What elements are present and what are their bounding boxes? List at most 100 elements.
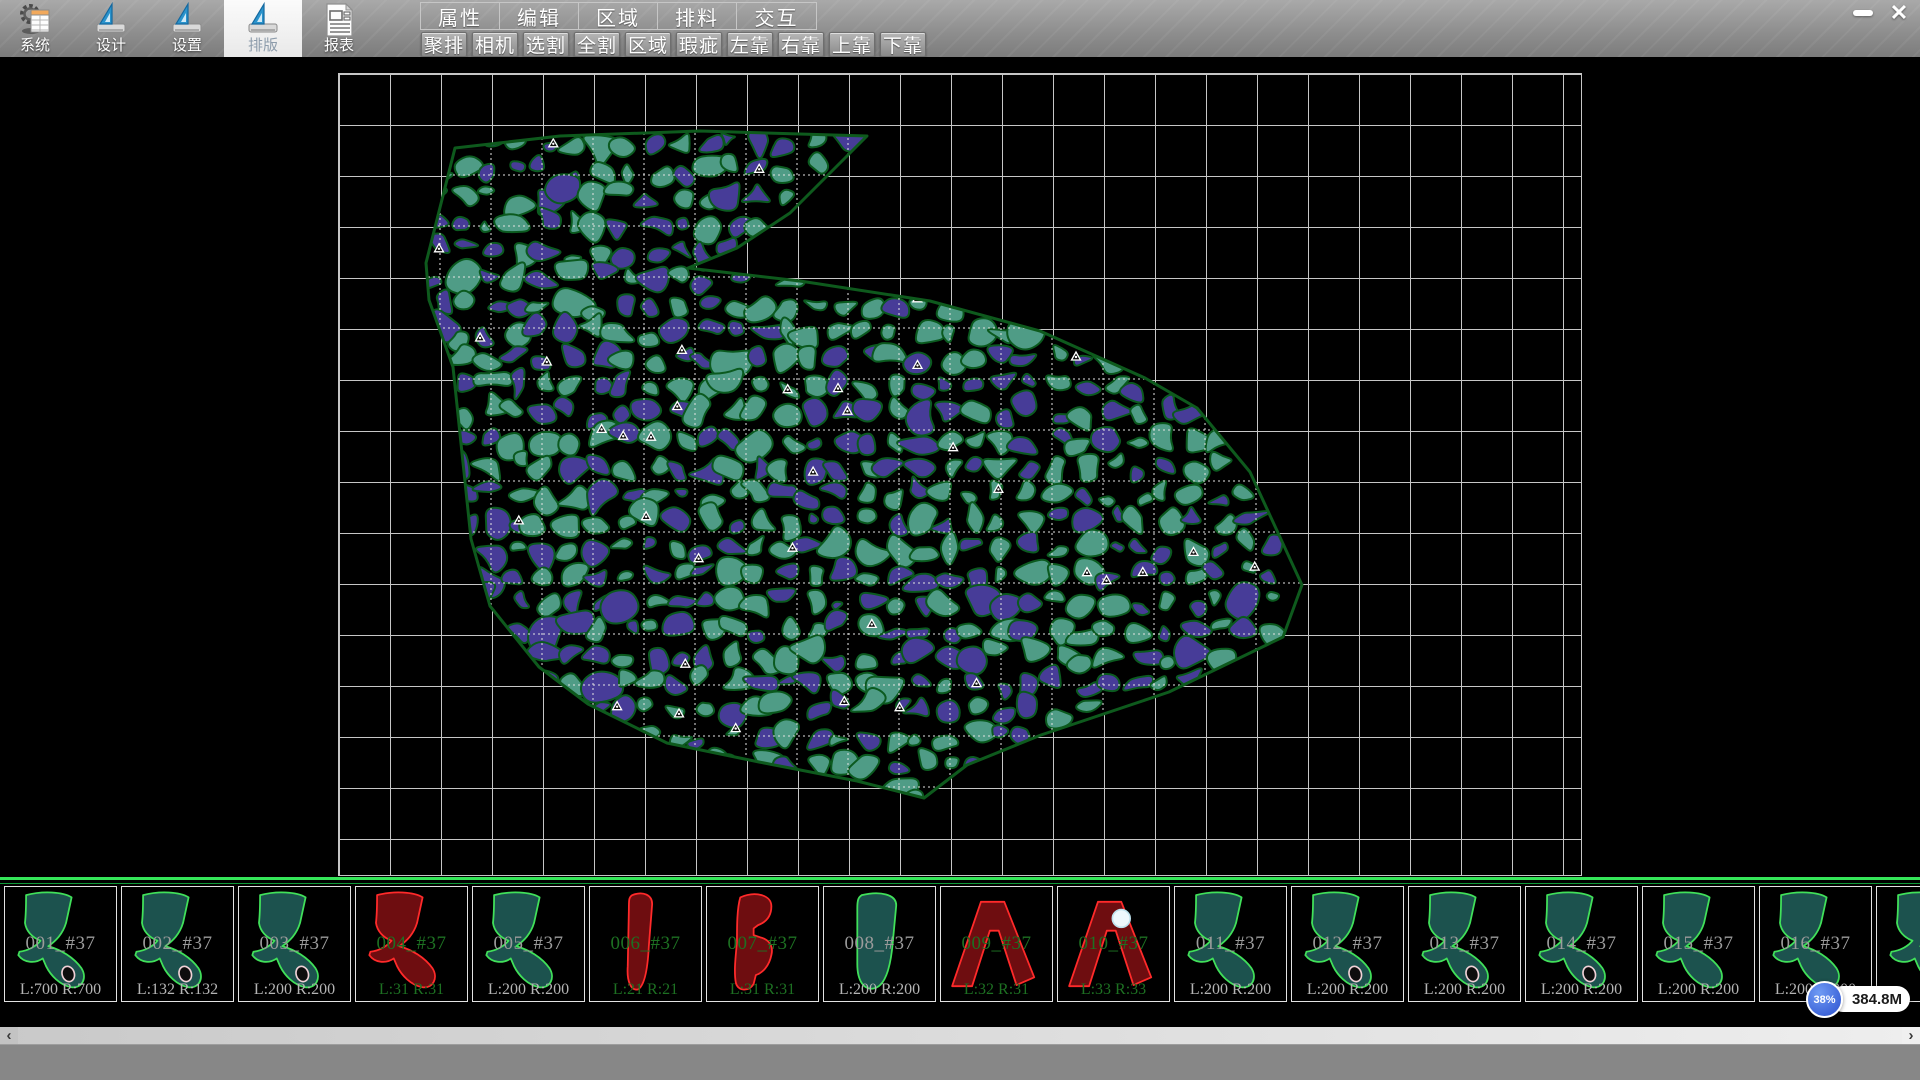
- thumbnail-cell-004_#37[interactable]: 004_#37L:31 R:31: [355, 886, 468, 1002]
- app-tab-nesting[interactable]: 排版: [224, 0, 302, 57]
- ruler-triangle-icon: [170, 2, 204, 38]
- thumbnail-lr-value: L:33 R:33: [1058, 981, 1169, 999]
- piece-marker-icon: [519, 778, 528, 786]
- thumbnail-cell-011_#37[interactable]: 011_#37 L:200 R:200: [1174, 886, 1287, 1002]
- piece-marker-icon: [542, 731, 551, 739]
- thumbnail-name: 001_#37: [5, 933, 116, 955]
- window-close-button[interactable]: ✕: [1884, 2, 1914, 24]
- thumbnail-cell-006_#37[interactable]: 006_#37 L:21 R:21: [589, 886, 702, 1002]
- toolbar: 系统设计设置排版报表 属性编辑区域排料交互 聚排相机选割全割区域瑕疵左靠右靠上靠…: [0, 0, 1920, 57]
- tool-button-snap-top[interactable]: 上靠: [829, 32, 875, 57]
- menu-tab-nest[interactable]: 排料: [658, 3, 737, 29]
- system-gear-table-icon: [18, 2, 52, 38]
- strip-divider-lines: [0, 877, 1920, 886]
- scroll-right-button[interactable]: ›: [1902, 1027, 1920, 1044]
- app-tab-label: 排版: [248, 38, 278, 54]
- app-tab-report[interactable]: 报表: [306, 0, 372, 57]
- thumbnail-lr-value: L:200 R:200: [1175, 981, 1286, 999]
- menu-tab-properties[interactable]: 属性: [421, 3, 500, 29]
- thumbnail-cell-001_#37[interactable]: 001_#37 L:700 R:700: [4, 886, 117, 1002]
- app-tab-label: 系统: [20, 38, 50, 54]
- thumbnail-name: 006_#37: [590, 933, 701, 955]
- window-minimize-button[interactable]: [1848, 2, 1878, 24]
- thumbnail-cell-002_#37[interactable]: 002_#37 L:132 R:132: [121, 886, 234, 1002]
- thumbnail-name: 009_#37: [941, 933, 1052, 955]
- thumbnail-cell-013_#37[interactable]: 013_#37 L:200 R:200: [1408, 886, 1521, 1002]
- thumbnail-name: 016_#37: [1760, 933, 1871, 955]
- app-tab-system[interactable]: 系统: [2, 0, 68, 57]
- thumbnail-name: 003_#37: [239, 933, 350, 955]
- thumbnail-lr-value: L:200 R:200: [1409, 981, 1520, 999]
- thumbnail-lr-value: L:21 R:21: [590, 981, 701, 999]
- tool-button-snap-bottom[interactable]: 下靠: [880, 32, 926, 57]
- thumbnail-cell-012_#37[interactable]: 012_#37 L:200 R:200: [1291, 886, 1404, 1002]
- scrollbar-track[interactable]: [18, 1027, 1902, 1044]
- menu-tab-edit[interactable]: 编辑: [500, 3, 579, 29]
- close-icon: ✕: [1890, 2, 1908, 24]
- thumbnail-name: 012_#37: [1292, 933, 1403, 955]
- tool-button-snap-right[interactable]: 右靠: [778, 32, 824, 57]
- piece-marker-icon: [466, 615, 475, 623]
- nesting-workspace[interactable]: [0, 57, 1920, 877]
- thumbnail-cell-010_#37[interactable]: 010_#37 L:33 R:33: [1057, 886, 1170, 1002]
- progress-badge: 384.8M 38%: [1806, 981, 1916, 1019]
- tool-button-cluster-nest[interactable]: 聚排: [421, 32, 467, 57]
- minimize-icon: [1853, 10, 1873, 16]
- thumbnail-name: 011_#37: [1175, 933, 1286, 955]
- app-tab-settings[interactable]: 设置: [154, 0, 220, 57]
- window-controls: ✕: [1848, 2, 1914, 24]
- thumbnail-lr-value: L:132 R:132: [122, 981, 233, 999]
- window-footer: [0, 1044, 1920, 1080]
- app-tab-label: 设置: [172, 38, 202, 54]
- thumbnail-name: 014_#37: [1526, 933, 1637, 955]
- horizontal-scrollbar[interactable]: ‹ ›: [0, 1027, 1920, 1044]
- tool-button-snap-left[interactable]: 左靠: [727, 32, 773, 57]
- thumbnail-lr-value: L:200 R:200: [239, 981, 350, 999]
- thumbnail-cell-007_#37[interactable]: 007_#37 L:31 R:31: [706, 886, 819, 1002]
- thumbnail-name: 013_#37: [1409, 933, 1520, 955]
- piece-marker-icon: [458, 791, 467, 799]
- thumbnail-cell-009_#37[interactable]: 009_#37 L:32 R:31: [940, 886, 1053, 1002]
- thumbnail-lr-value: L:31 R:31: [707, 981, 818, 999]
- thumbnail-cell-014_#37[interactable]: 014_#37 L:200 R:200: [1525, 886, 1638, 1002]
- thumbnail-lr-value: L:200 R:200: [473, 981, 584, 999]
- app-tab-label: 设计: [96, 38, 126, 54]
- thumbnail-name: 008_#37: [824, 933, 935, 955]
- piece-thumbnail-strip: 001_#37 L:700 R:700 002_#37 L:132 R:132 003_…: [0, 877, 1920, 1027]
- thumbnail-cell-005_#37[interactable]: 005_#37 L:200 R:200: [472, 886, 585, 1002]
- thumbnail-name: 010_#37: [1058, 933, 1169, 955]
- ruler-triangle-icon: [94, 2, 128, 38]
- hide-nesting-canvas[interactable]: [0, 57, 1920, 877]
- app-tab-bar: 系统 设计 设置 排版 报表: [2, 0, 382, 57]
- thumbnail-name: 005_#37: [473, 933, 584, 955]
- tool-button-camera[interactable]: 相机: [472, 32, 518, 57]
- piece-marker-icon: [522, 760, 531, 768]
- thumbnail-lr-value: L:31 R:31: [356, 981, 467, 999]
- tool-button-cut-all[interactable]: 全割: [574, 32, 620, 57]
- thumbnail-lr-value: L:200 R:200: [824, 981, 935, 999]
- menu-tab-bar: 属性编辑区域排料交互: [420, 2, 817, 30]
- thumbnail-lr-value: L:32 R:31: [941, 981, 1052, 999]
- app-tab-design[interactable]: 设计: [78, 0, 144, 57]
- scroll-left-button[interactable]: ‹: [0, 1027, 18, 1044]
- thumbnail-lr-value: L:700 R:700: [5, 981, 116, 999]
- menu-tab-interaction[interactable]: 交互: [737, 3, 816, 29]
- thumbnail-cell-015_#37[interactable]: 015_#37 L:200 R:200: [1642, 886, 1755, 1002]
- thumbnail-cells: 001_#37 L:700 R:700 002_#37 L:132 R:132 003_…: [4, 886, 1920, 1002]
- tool-button-region[interactable]: 区域: [625, 32, 671, 57]
- thumbnail-lr-value: L:200 R:200: [1526, 981, 1637, 999]
- tool-button-defect[interactable]: 瑕疵: [676, 32, 722, 57]
- thumbnail-lr-value: L:200 R:200: [1292, 981, 1403, 999]
- app-tab-label: 报表: [324, 38, 354, 54]
- menu-tab-region[interactable]: 区域: [579, 3, 658, 29]
- progress-circle: 38%: [1806, 981, 1843, 1018]
- tool-button-bar: 聚排相机选割全割区域瑕疵左靠右靠上靠下靠: [421, 32, 926, 57]
- thumbnail-lr-value: L:200 R:200: [1643, 981, 1754, 999]
- thumbnail-name: 007_#37: [707, 933, 818, 955]
- thumbnail-name: 002_#37: [122, 933, 233, 955]
- thumbnail-cell-003_#37[interactable]: 003_#37 L:200 R:200: [238, 886, 351, 1002]
- piece-marker-icon: [427, 515, 436, 523]
- tool-button-select-cut[interactable]: 选割: [523, 32, 569, 57]
- thumbnail-name: 015_#37: [1643, 933, 1754, 955]
- thumbnail-cell-008_#37[interactable]: 008_#37 L:200 R:200: [823, 886, 936, 1002]
